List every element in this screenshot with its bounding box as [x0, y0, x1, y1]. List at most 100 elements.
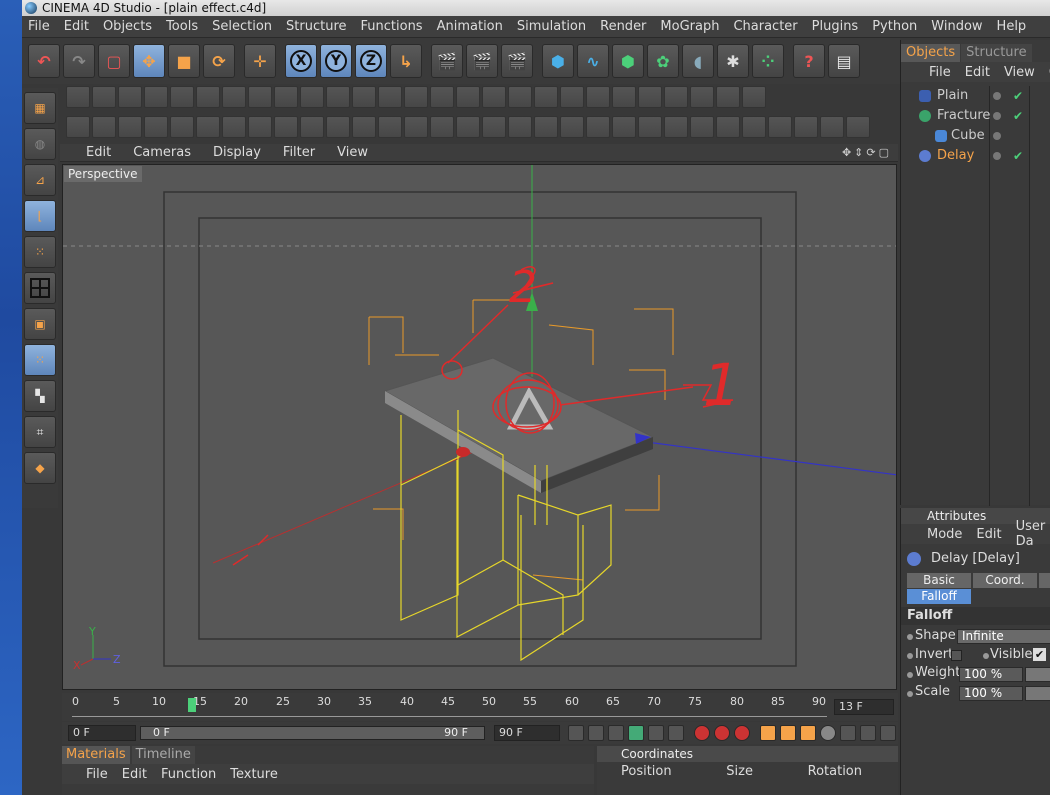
- model-tool-button[interactable]: ✛: [244, 44, 276, 78]
- move-tool-button[interactable]: ✥: [133, 44, 165, 78]
- end-frame-field[interactable]: 90 F: [494, 725, 560, 741]
- add-generator-button[interactable]: ⬢: [612, 44, 644, 78]
- structure-tool-icon-17[interactable]: [482, 116, 506, 138]
- model-mode-button[interactable]: ⌊: [24, 200, 56, 232]
- command-manager-button[interactable]: ▤: [828, 44, 860, 78]
- modeling-tool-icon-2[interactable]: [222, 86, 246, 108]
- objects-menu-view[interactable]: View: [1004, 65, 1035, 80]
- modeling-tool-icon-5[interactable]: [300, 86, 324, 108]
- autokey-button[interactable]: [714, 725, 730, 741]
- visibility-dot[interactable]: [993, 112, 1001, 120]
- x-axis-lock-button[interactable]: X: [285, 44, 317, 78]
- menu-character[interactable]: Character: [733, 19, 797, 34]
- attr-tab-falloff[interactable]: Falloff: [907, 589, 971, 604]
- scheme-button[interactable]: [880, 725, 896, 741]
- menu-structure[interactable]: Structure: [286, 19, 346, 34]
- structure-tool-icon-8[interactable]: [248, 116, 272, 138]
- structure-tool-icon-24[interactable]: [664, 116, 688, 138]
- key-pla-button[interactable]: [840, 725, 856, 741]
- object-row-fracture[interactable]: Fracture ✔: [909, 106, 1050, 126]
- object-mode-button[interactable]: ⁙: [24, 344, 56, 376]
- key-rotation-button[interactable]: [800, 725, 816, 741]
- structure-tool-icon-14[interactable]: [404, 116, 428, 138]
- add-scene-button[interactable]: ✱: [717, 44, 749, 78]
- structure-tool-icon-15[interactable]: [430, 116, 454, 138]
- modeling-tool-icon-3[interactable]: [248, 86, 272, 108]
- scale-animate-dot[interactable]: [907, 691, 913, 697]
- weight-slider[interactable]: [1025, 667, 1050, 682]
- add-spline-button[interactable]: ∿: [577, 44, 609, 78]
- structure-tool-icon-7[interactable]: [222, 116, 246, 138]
- menu-plugins[interactable]: Plugins: [812, 19, 859, 34]
- help-button[interactable]: ?: [793, 44, 825, 78]
- perspective-viewport[interactable]: Perspective 1 2 Y Z X: [62, 164, 897, 690]
- object-axis-button[interactable]: ⊿: [24, 164, 56, 196]
- menu-functions[interactable]: Functions: [361, 19, 423, 34]
- materials-menu-file[interactable]: File: [86, 767, 108, 782]
- scale-tool-button[interactable]: ■: [168, 44, 200, 78]
- structure-tool-icon-19[interactable]: [534, 116, 558, 138]
- attr-menu-mode[interactable]: Mode: [927, 527, 962, 542]
- modeling-tool-icon-22[interactable]: [742, 86, 766, 108]
- add-camera-button[interactable]: ⁘: [752, 44, 784, 78]
- structure-tool-icon-18[interactable]: [508, 116, 532, 138]
- modeling-tool-icon-4[interactable]: [274, 86, 298, 108]
- live-selection-button[interactable]: ▢: [98, 44, 130, 78]
- structure-tool-icon-5[interactable]: [170, 116, 194, 138]
- prev-key-button[interactable]: [588, 725, 604, 741]
- rect-select-tool-icon[interactable]: [118, 86, 142, 108]
- attr-menu-edit[interactable]: Edit: [976, 527, 1001, 542]
- visibility-dot[interactable]: [993, 92, 1001, 100]
- menu-selection[interactable]: Selection: [212, 19, 272, 34]
- viewport-navigation-icons[interactable]: ✥⇕⟳▢: [842, 146, 892, 159]
- structure-tool-icon-28[interactable]: [768, 116, 792, 138]
- rotate-tool-button[interactable]: ⟳: [203, 44, 235, 78]
- edges-mode-button[interactable]: [24, 272, 56, 304]
- structure-tool-icon-1[interactable]: [66, 116, 90, 138]
- materials-menu-function[interactable]: Function: [161, 767, 216, 782]
- structure-tool-icon-27[interactable]: [742, 116, 766, 138]
- add-deformer-button[interactable]: ◖: [682, 44, 714, 78]
- menu-file[interactable]: File: [28, 19, 50, 34]
- menu-edit[interactable]: Edit: [64, 19, 89, 34]
- structure-tool-icon-29[interactable]: [794, 116, 818, 138]
- menu-tools[interactable]: Tools: [166, 19, 198, 34]
- structure-tool-icon-25[interactable]: [690, 116, 714, 138]
- animation-mode-button[interactable]: ◆: [24, 452, 56, 484]
- shape-dropdown[interactable]: Infinite: [957, 629, 1050, 644]
- modeling-tool-icon-17[interactable]: [612, 86, 636, 108]
- attr-tab-more[interactable]: [1039, 573, 1050, 588]
- structure-tool-icon-13[interactable]: [378, 116, 402, 138]
- structure-tool-icon-31[interactable]: [846, 116, 870, 138]
- materials-menu-edit[interactable]: Edit: [122, 767, 147, 782]
- help-tool-icon[interactable]: [66, 86, 90, 108]
- menu-python[interactable]: Python: [872, 19, 917, 34]
- objects-menu-edit[interactable]: Edit: [965, 65, 990, 80]
- tab-materials[interactable]: Materials: [62, 746, 130, 764]
- structure-tool-icon-12[interactable]: [352, 116, 376, 138]
- scale-field[interactable]: 100 %: [959, 686, 1023, 701]
- enabled-check-icon[interactable]: ✔: [1013, 86, 1023, 106]
- visible-animate-dot[interactable]: [983, 653, 989, 659]
- workplane-mode-button[interactable]: ⌗: [24, 416, 56, 448]
- viewport-menu-display[interactable]: Display: [213, 145, 261, 160]
- modeling-tool-icon-15[interactable]: [560, 86, 584, 108]
- tab-timeline[interactable]: Timeline: [131, 746, 195, 764]
- key-parameter-button[interactable]: [820, 725, 836, 741]
- y-axis-lock-button[interactable]: Y: [320, 44, 352, 78]
- invert-checkbox[interactable]: [951, 650, 962, 661]
- attr-menu-userdata[interactable]: User Da: [1016, 519, 1046, 549]
- current-frame-field[interactable]: 13 F: [834, 699, 894, 715]
- make-editable-button[interactable]: ◍: [24, 128, 56, 160]
- coordinate-system-button[interactable]: ↳: [390, 44, 422, 78]
- structure-tool-icon-21[interactable]: [586, 116, 610, 138]
- structure-tool-icon-9[interactable]: [274, 116, 298, 138]
- structure-tool-icon-3[interactable]: [118, 116, 142, 138]
- record-button[interactable]: [694, 725, 710, 741]
- timeline-ruler[interactable]: 0 5 10 15 20 25 30 35 40 45 50 55 60 65 …: [72, 695, 827, 717]
- structure-tool-icon-16[interactable]: [456, 116, 480, 138]
- interpolation-button[interactable]: [860, 725, 876, 741]
- frame-range-slider[interactable]: 0 F 90 F: [140, 726, 485, 740]
- attr-tab-basic[interactable]: Basic: [907, 573, 971, 588]
- start-frame-field[interactable]: 0 F: [68, 725, 136, 741]
